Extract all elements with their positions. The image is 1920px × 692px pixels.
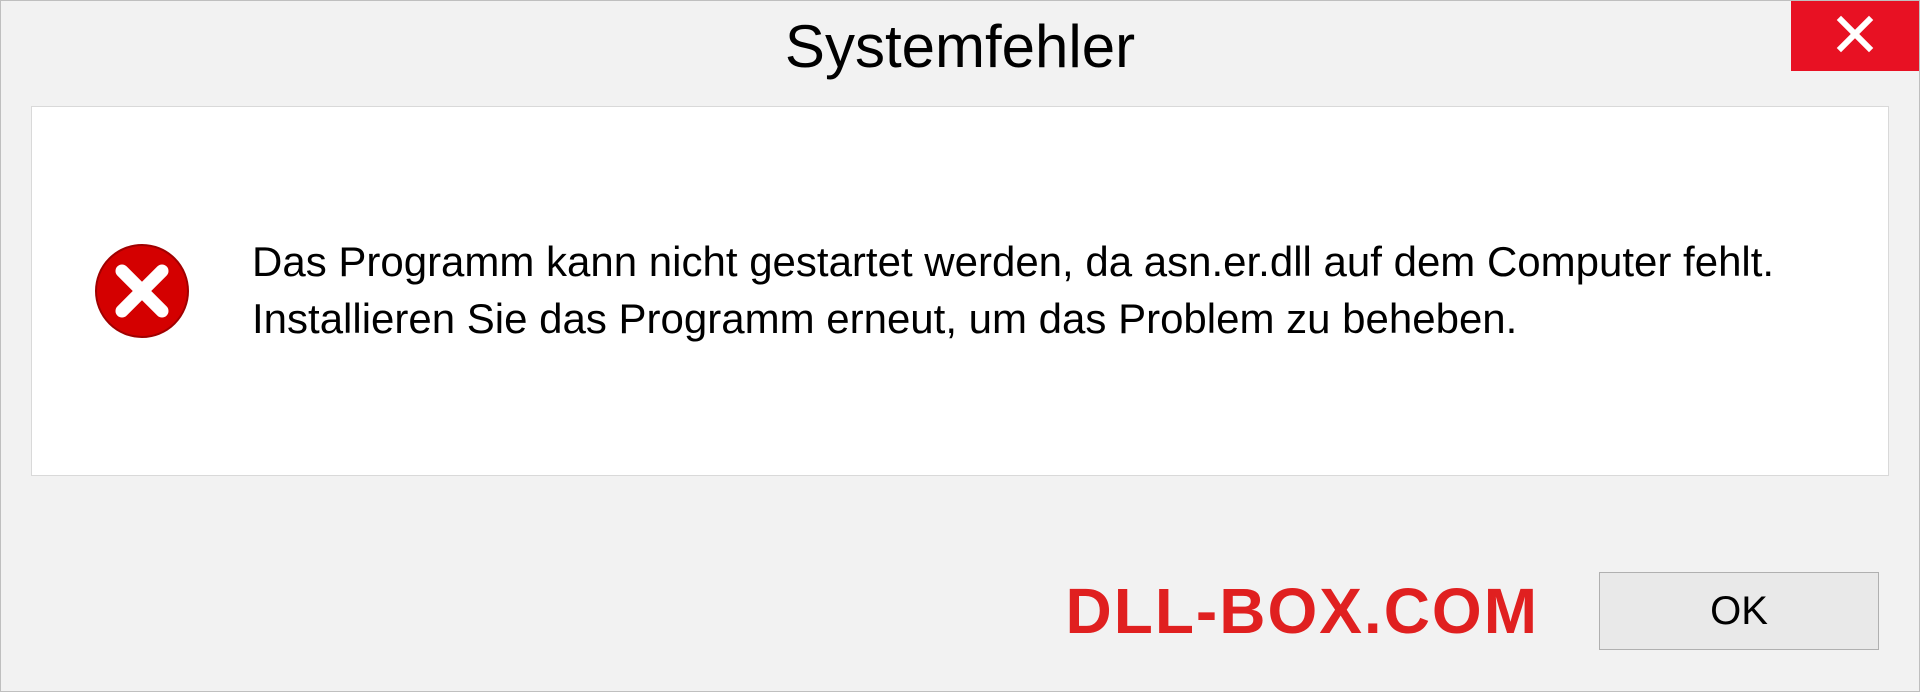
dialog-footer: DLL-BOX.COM OK (1, 531, 1919, 691)
watermark-text: DLL-BOX.COM (1066, 574, 1540, 648)
error-message: Das Programm kann nicht gestartet werden… (252, 234, 1848, 347)
message-panel: Das Programm kann nicht gestartet werden… (31, 106, 1889, 476)
error-icon (92, 241, 192, 341)
close-button[interactable] (1791, 1, 1919, 71)
close-icon (1835, 14, 1875, 59)
ok-button-label: OK (1710, 589, 1768, 634)
dialog-title: Systemfehler (785, 12, 1135, 81)
title-bar: Systemfehler (1, 1, 1919, 91)
ok-button[interactable]: OK (1599, 572, 1879, 650)
